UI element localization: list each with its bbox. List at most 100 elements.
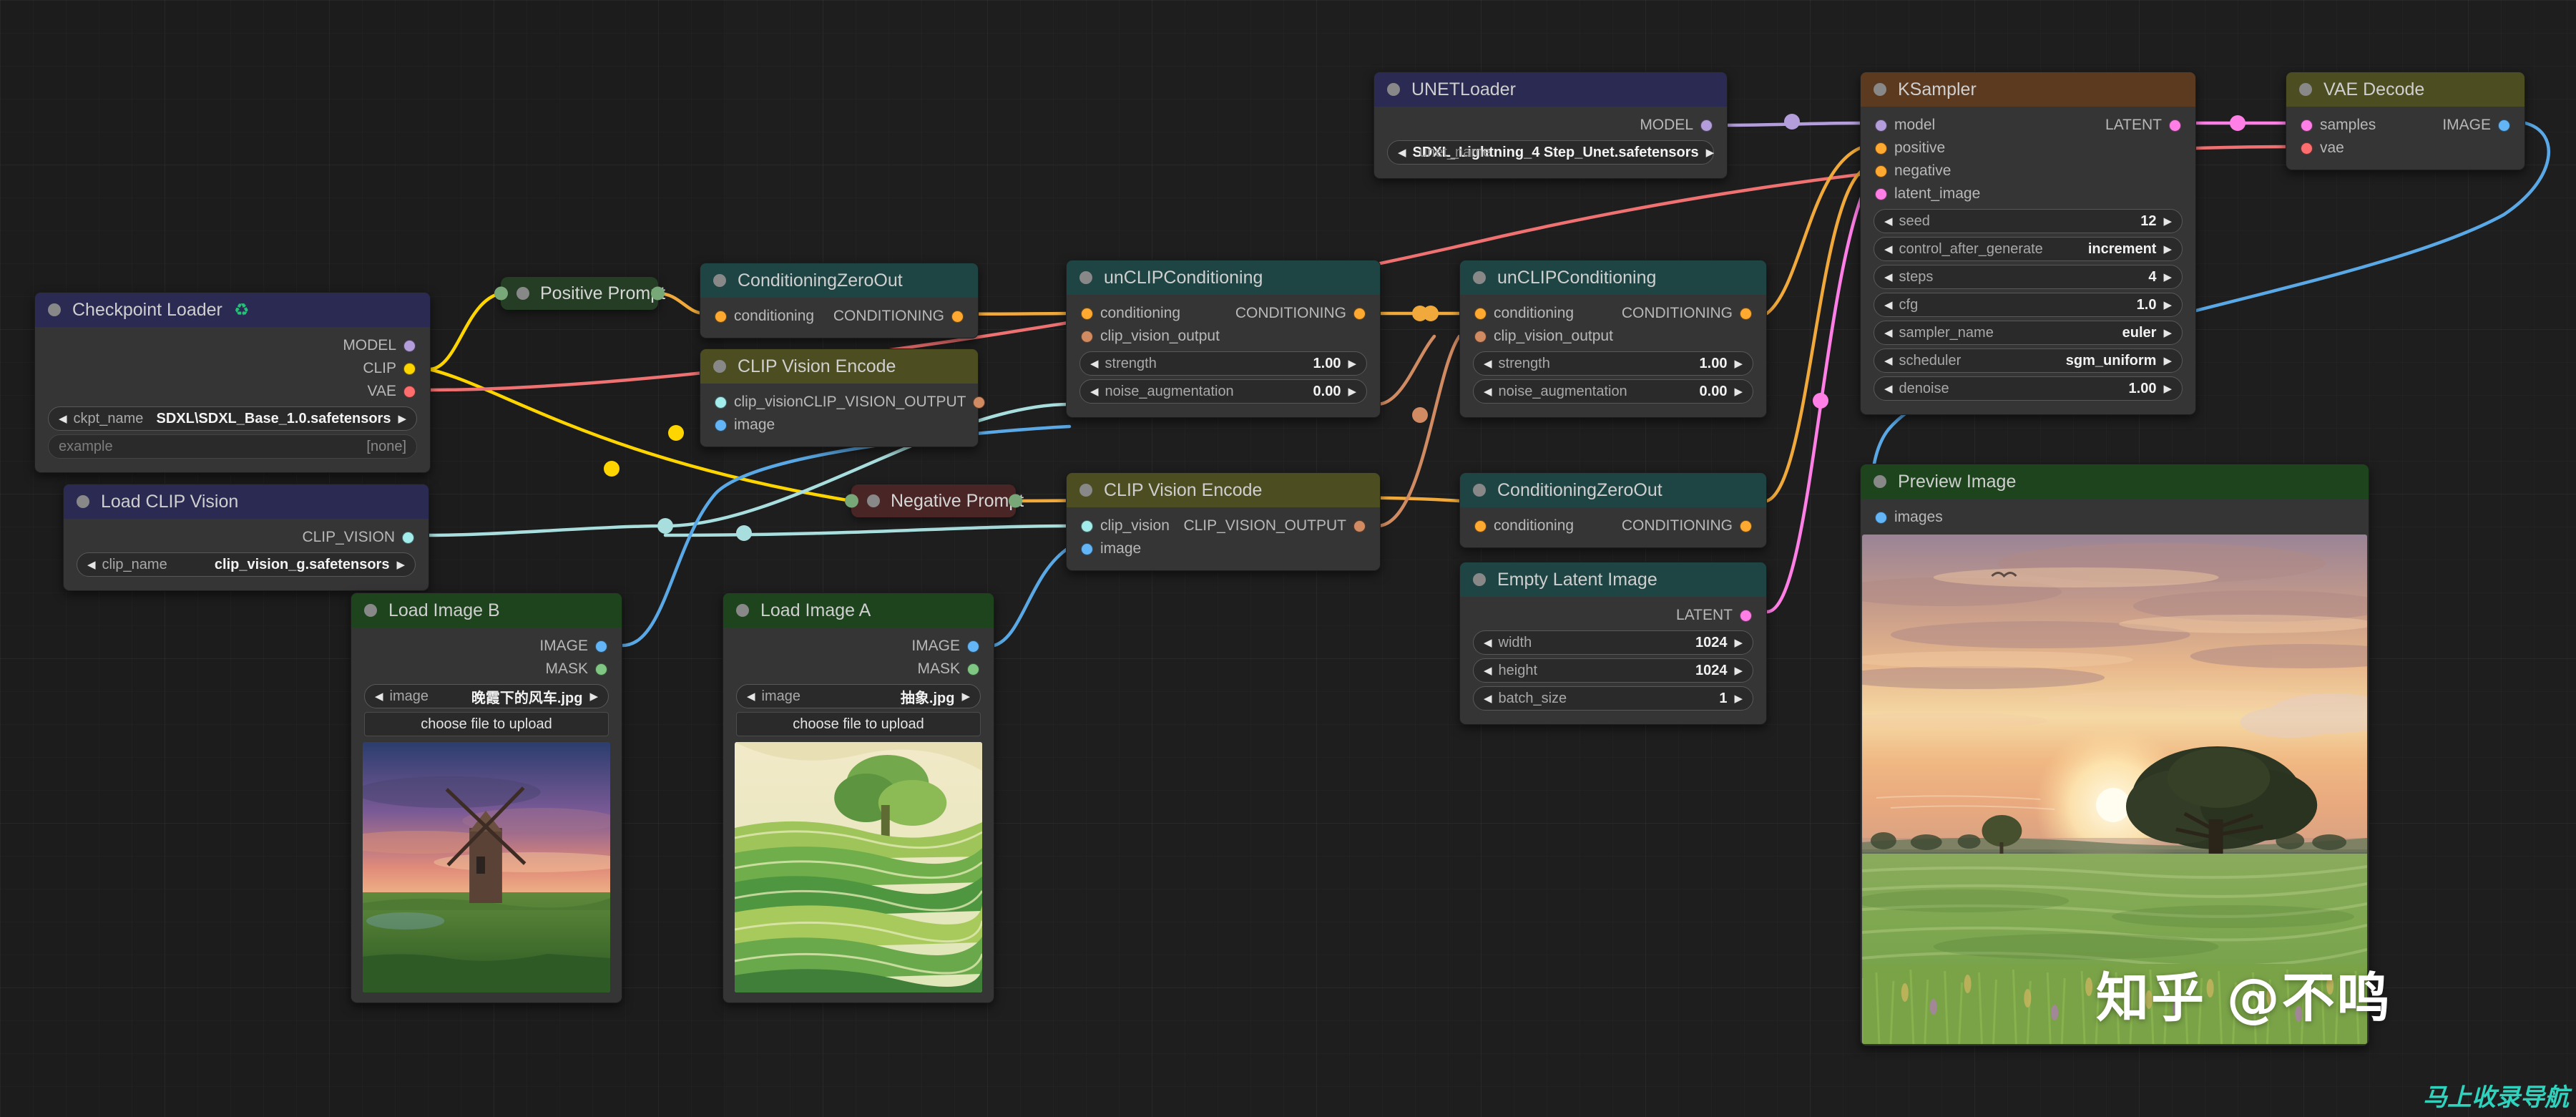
port-clip-vision-output[interactable]	[973, 396, 986, 409]
port-conditioning-out[interactable]	[951, 310, 964, 323]
collapse-dot-icon[interactable]	[1079, 271, 1092, 284]
increment-arrow-icon[interactable]: ▶	[1734, 638, 1743, 648]
output-slot-image[interactable]: IMAGE	[723, 635, 994, 658]
node-header[interactable]: CLIP Vision Encode	[1067, 473, 1380, 507]
decrement-arrow-icon[interactable]: ◀	[1484, 638, 1492, 648]
decrement-arrow-icon[interactable]: ◀	[1884, 328, 1893, 338]
collapse-dot-icon[interactable]	[736, 604, 749, 617]
port-conditioning-out[interactable]	[1353, 307, 1366, 320]
node-clip-vision-encode-1[interactable]: CLIP Vision Encode clip_vision CLIP_VISI…	[700, 348, 986, 447]
increment-arrow-icon[interactable]: ▶	[1734, 386, 1743, 397]
widget-image[interactable]: ◀ image 抽象.jpg ▶	[736, 684, 981, 708]
node-header[interactable]: Load CLIP Vision	[64, 484, 428, 519]
collapse-dot-icon[interactable]	[1473, 484, 1486, 497]
decrement-arrow-icon[interactable]: ◀	[1484, 358, 1492, 369]
widget-noise-augmentation[interactable]: ◀ noise_augmentation 0.00 ▶	[1079, 379, 1367, 404]
collapse-dot-icon[interactable]	[1387, 83, 1400, 96]
io-slot-conditioning[interactable]: conditioning CONDITIONING	[1460, 514, 1766, 537]
node-negative-prompt[interactable]: Negative Prompt	[845, 484, 1024, 517]
port-image[interactable]	[967, 640, 979, 653]
node-header[interactable]: UNETLoader	[1374, 72, 1727, 107]
port-samples[interactable]	[2301, 119, 2313, 132]
widget-height[interactable]: ◀ height 1024 ▶	[1473, 658, 1753, 683]
increment-arrow-icon[interactable]: ▶	[2163, 216, 2172, 227]
port-image[interactable]	[595, 640, 607, 653]
port-vae[interactable]	[2301, 142, 2313, 155]
node-header[interactable]: KSampler	[1861, 72, 2195, 107]
increment-arrow-icon[interactable]: ▶	[1734, 693, 1743, 704]
node-ksampler[interactable]: KSampler model LATENT positive negative …	[1860, 72, 2196, 415]
collapse-dot-icon[interactable]	[364, 604, 377, 617]
widget-sampler-name[interactable]: ◀ sampler_name euler ▶	[1874, 321, 2183, 345]
node-header[interactable]: Load Image B	[351, 593, 622, 628]
decrement-arrow-icon[interactable]: ◀	[1884, 384, 1893, 394]
node-unclip-conditioning-1[interactable]: unCLIPConditioning conditioning CONDITIO…	[1066, 260, 1381, 418]
port-conditioning-out[interactable]	[1740, 520, 1752, 532]
widget-strength[interactable]: ◀ strength 1.00 ▶	[1473, 351, 1753, 376]
port-model[interactable]	[1875, 119, 1887, 132]
widget-batch-size[interactable]: ◀ batch_size 1 ▶	[1473, 686, 1753, 711]
collapse-dot-icon[interactable]	[713, 360, 726, 373]
port-clip[interactable]	[403, 362, 416, 375]
node-header[interactable]: unCLIPConditioning	[1067, 260, 1380, 295]
node-checkpoint-loader[interactable]: Checkpoint Loader ♻ MODEL CLIP VAE ◀ ckp…	[34, 292, 431, 473]
decrement-arrow-icon[interactable]: ◀	[1090, 386, 1099, 397]
widget-steps[interactable]: ◀ steps 4 ▶	[1874, 265, 2183, 289]
port-in[interactable]	[845, 494, 858, 508]
decrement-arrow-icon[interactable]: ◀	[87, 560, 96, 570]
node-header[interactable]: ConditioningZeroOut	[700, 263, 978, 298]
port-clip-vision[interactable]	[402, 531, 414, 544]
increment-arrow-icon[interactable]: ▶	[2163, 244, 2172, 255]
io-slot-conditioning[interactable]: conditioning CONDITIONING	[1460, 302, 1766, 325]
decrement-arrow-icon[interactable]: ◀	[1884, 300, 1893, 311]
decrement-arrow-icon[interactable]: ◀	[1884, 272, 1893, 283]
widget-image[interactable]: ◀ image 晚霞下的风车.jpg ▶	[364, 684, 609, 708]
node-vae-decode[interactable]: VAE Decode samples IMAGE vae	[2286, 72, 2525, 170]
port-out[interactable]	[1009, 494, 1022, 508]
io-slot-conditioning[interactable]: conditioning CONDITIONING	[1067, 302, 1380, 325]
collapse-dot-icon[interactable]	[1473, 573, 1486, 586]
port-clip-vision-output[interactable]	[1081, 330, 1093, 343]
port-image[interactable]	[715, 419, 727, 431]
io-slot-model[interactable]: model LATENT	[1861, 114, 2195, 137]
increment-arrow-icon[interactable]: ▶	[398, 414, 406, 424]
widget-noise-augmentation[interactable]: ◀ noise_augmentation 0.00 ▶	[1473, 379, 1753, 404]
input-slot-images[interactable]: images	[1861, 506, 2369, 529]
increment-arrow-icon[interactable]: ▶	[1706, 147, 1715, 158]
port-image-out[interactable]	[2498, 119, 2510, 132]
node-positive-prompt[interactable]: Positive Prompt	[494, 277, 665, 310]
collapse-dot-icon[interactable]	[1079, 484, 1092, 497]
increment-arrow-icon[interactable]: ▶	[2163, 272, 2172, 283]
collapse-dot-icon[interactable]	[1874, 475, 1886, 488]
recycle-icon[interactable]: ♻	[234, 300, 250, 321]
output-slot-mask[interactable]: MASK	[723, 658, 994, 681]
io-slot-conditioning[interactable]: conditioning CONDITIONING	[700, 305, 978, 328]
output-slot-clip-vision[interactable]: CLIP_VISION	[64, 526, 428, 549]
increment-arrow-icon[interactable]: ▶	[2163, 356, 2172, 366]
port-positive[interactable]	[1875, 142, 1887, 155]
node-load-image-b[interactable]: Load Image B IMAGE MASK ◀ image 晚霞下的风车.j…	[351, 592, 622, 1003]
port-mask[interactable]	[595, 663, 607, 675]
port-negative[interactable]	[1875, 165, 1887, 177]
decrement-arrow-icon[interactable]: ◀	[1484, 665, 1492, 676]
node-header[interactable]: unCLIPConditioning	[1460, 260, 1766, 295]
node-header[interactable]: Checkpoint Loader ♻	[35, 293, 430, 327]
upload-button[interactable]: choose file to upload	[364, 712, 609, 736]
node-unet-loader[interactable]: UNETLoader MODEL ◀ unet_name SDXL_Lightn…	[1373, 72, 1728, 179]
collapse-dot-icon[interactable]	[867, 494, 880, 507]
decrement-arrow-icon[interactable]: ◀	[1398, 147, 1406, 158]
node-header[interactable]: CLIP Vision Encode	[700, 349, 978, 384]
input-slot-image[interactable]: image	[1067, 537, 1380, 560]
input-slot-image[interactable]: image	[700, 414, 978, 436]
port-clip-vision-in[interactable]	[1081, 520, 1093, 532]
port-vae[interactable]	[403, 385, 416, 398]
decrement-arrow-icon[interactable]: ◀	[1884, 244, 1893, 255]
widget-width[interactable]: ◀ width 1024 ▶	[1473, 630, 1753, 655]
node-header[interactable]: Empty Latent Image	[1460, 562, 1766, 597]
port-in[interactable]	[494, 286, 508, 301]
collapse-dot-icon[interactable]	[48, 303, 61, 316]
port-mask[interactable]	[967, 663, 979, 675]
node-load-image-a[interactable]: Load Image A IMAGE MASK ◀ image 抽象.jpg ▶…	[723, 592, 994, 1003]
widget-control-after-generate[interactable]: ◀ control_after_generate increment ▶	[1874, 237, 2183, 261]
collapse-dot-icon[interactable]	[1874, 83, 1886, 96]
